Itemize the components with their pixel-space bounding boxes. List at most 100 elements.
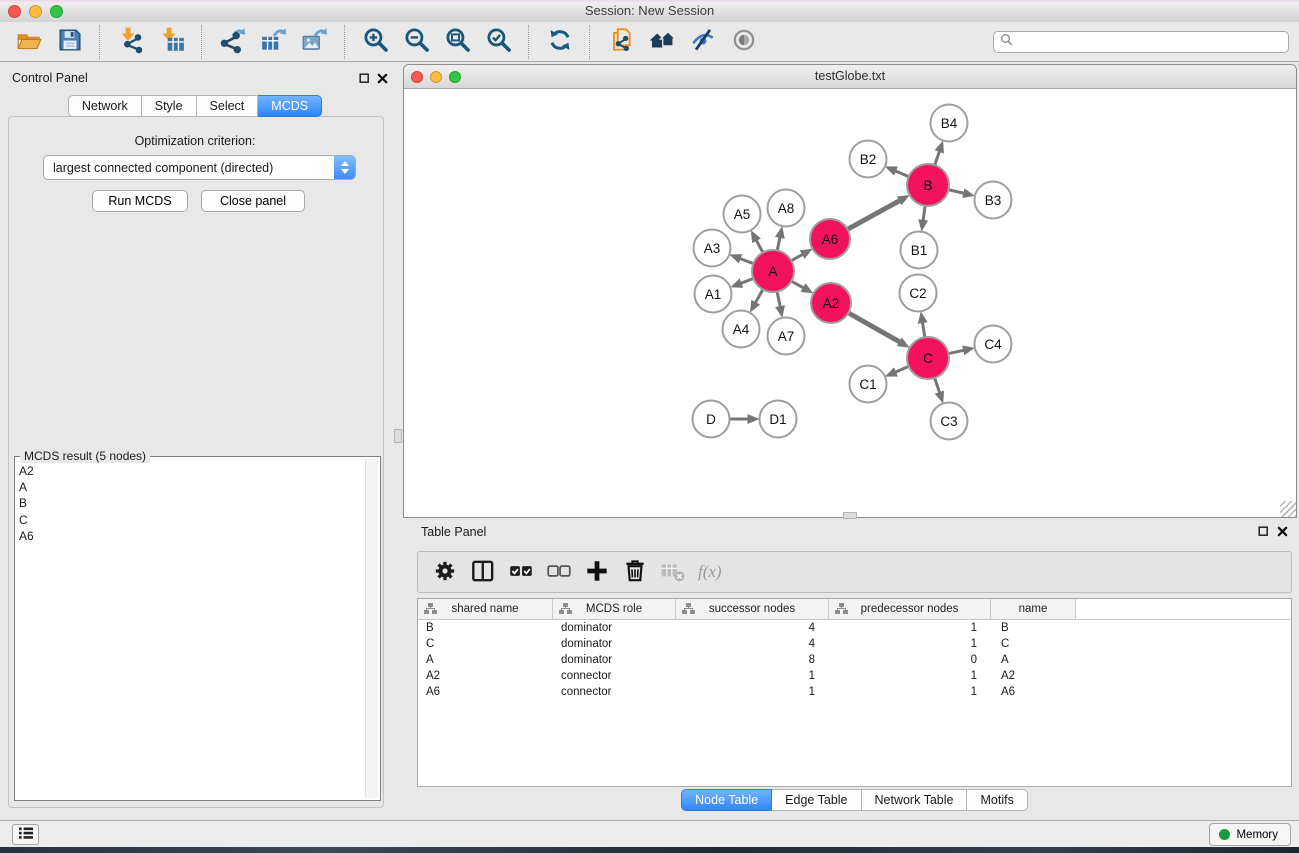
deselect-all-button[interactable] <box>540 554 578 590</box>
graph-edge-A-A4[interactable] <box>755 289 763 303</box>
mcds-result-scrollbar[interactable] <box>365 459 378 798</box>
tab-mcds[interactable]: MCDS <box>258 95 322 117</box>
memory-button[interactable]: Memory <box>1209 823 1291 846</box>
import-table-button[interactable] <box>153 25 190 59</box>
graph-node-C3[interactable]: C3 <box>931 403 968 440</box>
column-header-predecessor-nodes[interactable]: predecessor nodes <box>829 599 991 620</box>
save-session-button[interactable] <box>51 25 88 59</box>
table-row[interactable]: Bdominator41B <box>418 620 1291 636</box>
zoom-out-button[interactable] <box>398 25 435 59</box>
tab-select[interactable]: Select <box>197 95 259 117</box>
add-row-button[interactable] <box>578 554 616 590</box>
task-history-button[interactable] <box>12 824 39 845</box>
network-canvas[interactable]: B4B2BB3A8A5A6A3B1AC2A1A2A4A7C4CC1DC3D1 <box>405 89 1295 516</box>
window-resize-grip[interactable] <box>1280 501 1296 517</box>
import-network-button[interactable] <box>112 25 149 59</box>
optimization-criterion-dropdown[interactable]: largest connected component (directed) <box>43 155 356 180</box>
tab-motifs[interactable]: Motifs <box>967 789 1027 811</box>
export-network-button[interactable] <box>214 25 251 59</box>
refresh-button[interactable] <box>541 25 578 59</box>
network-document-button[interactable] <box>602 25 639 59</box>
show-graphics-button[interactable] <box>725 25 762 59</box>
graph-node-A3[interactable]: A3 <box>694 230 731 267</box>
tab-edge-table[interactable]: Edge Table <box>772 789 861 811</box>
graph-node-C2[interactable]: C2 <box>900 275 937 312</box>
search-input[interactable] <box>1017 34 1282 50</box>
graph-node-B4[interactable]: B4 <box>931 105 968 142</box>
graph-edge-C-C4[interactable] <box>949 350 965 353</box>
column-header-shared-name[interactable]: shared name <box>418 599 553 620</box>
network-window-titlebar[interactable]: testGlobe.txt <box>404 65 1296 89</box>
graph-node-B1[interactable]: B1 <box>901 232 938 269</box>
zoom-fit-button[interactable] <box>439 25 476 59</box>
control-panel-close-button[interactable] <box>375 72 389 86</box>
mcds-result-item[interactable]: A <box>19 479 364 495</box>
delete-row-button[interactable] <box>616 554 654 590</box>
column-header-successor-nodes[interactable]: successor nodes <box>676 599 829 620</box>
zoom-selected-button[interactable] <box>480 25 517 59</box>
export-table-button[interactable] <box>255 25 292 59</box>
graph-edge-A-A2[interactable] <box>791 281 803 288</box>
tab-style[interactable]: Style <box>142 95 197 117</box>
graph-node-A6[interactable]: A6 <box>810 219 850 259</box>
control-panel-float-button[interactable] <box>357 72 371 86</box>
panel-columns-button[interactable] <box>464 554 502 590</box>
graph-edge-A-A5[interactable] <box>756 240 763 253</box>
graph-node-B3[interactable]: B3 <box>975 182 1012 219</box>
mcds-result-item[interactable]: A6 <box>19 528 364 544</box>
column-header-mcds-role[interactable]: MCDS role <box>553 599 676 620</box>
table-panel-close-button[interactable] <box>1275 525 1289 539</box>
graph-node-B[interactable]: B <box>907 164 949 206</box>
export-image-button[interactable] <box>296 25 333 59</box>
graph-node-A8[interactable]: A8 <box>768 190 805 227</box>
horizontal-splitter-handle[interactable] <box>843 512 857 519</box>
tab-network[interactable]: Network <box>68 95 142 117</box>
search-box[interactable] <box>993 31 1289 53</box>
graph-edge-B-B2[interactable] <box>895 171 909 177</box>
graph-edge-B-B1[interactable] <box>923 206 925 221</box>
graph-edge-A-A3[interactable] <box>740 258 754 263</box>
graph-node-A1[interactable]: A1 <box>695 276 732 313</box>
graph-edge-C-C1[interactable] <box>895 366 909 372</box>
graph-node-C[interactable]: C <box>907 337 949 379</box>
run-mcds-button[interactable]: Run MCDS <box>92 190 188 212</box>
graph-node-A4[interactable]: A4 <box>723 311 760 348</box>
tab-network-table[interactable]: Network Table <box>862 789 968 811</box>
home-button[interactable] <box>643 25 680 59</box>
table-row[interactable]: A6connector11A6 <box>418 684 1291 700</box>
table-panel-float-button[interactable] <box>1256 525 1270 539</box>
mcds-result-item[interactable]: A2 <box>19 463 364 479</box>
open-session-button[interactable] <box>10 25 47 59</box>
graph-edge-A-A7[interactable] <box>777 292 780 307</box>
graph-edge-A6-B[interactable] <box>848 200 900 229</box>
graph-node-D[interactable]: D <box>693 401 730 438</box>
graph-edge-C-C3[interactable] <box>935 378 940 393</box>
mcds-result-item[interactable]: C <box>19 512 364 528</box>
graph-edge-A2-C[interactable] <box>848 313 900 342</box>
hide-graphics-button[interactable] <box>684 25 721 59</box>
table-settings-button[interactable] <box>426 554 464 590</box>
graph-node-A2[interactable]: A2 <box>811 283 851 323</box>
select-all-button[interactable] <box>502 554 540 590</box>
table-row[interactable]: Adominator80A <box>418 652 1291 668</box>
graph-node-A5[interactable]: A5 <box>724 196 761 233</box>
graph-edge-A-A1[interactable] <box>741 279 754 284</box>
table-row[interactable]: Cdominator41C <box>418 636 1291 652</box>
graph-node-C1[interactable]: C1 <box>850 366 887 403</box>
zoom-in-button[interactable] <box>357 25 394 59</box>
function-builder-button[interactable]: f(x) <box>698 562 722 582</box>
graph-edge-C-C2[interactable] <box>922 322 924 337</box>
graph-edge-A-A8[interactable] <box>777 237 780 251</box>
graph-edge-B-B4[interactable] <box>935 151 940 165</box>
vertical-splitter-handle[interactable] <box>394 429 402 443</box>
graph-node-A[interactable]: A <box>752 250 794 292</box>
table-row[interactable]: A2connector11A2 <box>418 668 1291 684</box>
close-panel-button[interactable]: Close panel <box>201 190 305 212</box>
mcds-result-item[interactable]: B <box>19 495 364 511</box>
column-header-name[interactable]: name <box>991 599 1076 620</box>
graph-edge-A-A6[interactable] <box>791 254 803 261</box>
graph-node-A7[interactable]: A7 <box>768 318 805 355</box>
graph-node-B2[interactable]: B2 <box>850 141 887 178</box>
graph-node-D1[interactable]: D1 <box>760 401 797 438</box>
tab-node-table[interactable]: Node Table <box>681 789 772 811</box>
